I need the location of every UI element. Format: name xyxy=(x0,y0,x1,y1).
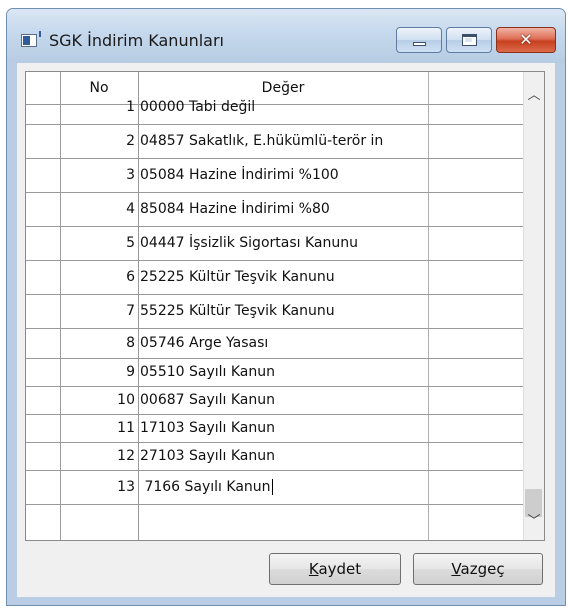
row-number-cell[interactable]: 11 xyxy=(60,414,135,442)
table-row[interactable]: 5 04447 İşsizlik Sigortası Kanunu xyxy=(26,226,524,261)
row-number-cell[interactable]: 6 xyxy=(60,260,135,294)
save-button-label: aydet xyxy=(318,560,362,578)
value-cell-text: 17103 Sayılı Kanun xyxy=(140,420,275,436)
value-cell-text: 55225 Kültür Teşvik Kanunu xyxy=(140,303,335,319)
row-number-cell[interactable]: 4 xyxy=(60,192,135,226)
vertical-scrollbar[interactable]: ︿ ﹀ xyxy=(523,72,544,540)
minimize-button[interactable] xyxy=(396,27,442,53)
row-number-cell[interactable]: 1 xyxy=(60,90,135,124)
value-cell[interactable]: 17103 Sayılı Kanun xyxy=(140,414,426,442)
table-row[interactable]: 1 00000 Tabi değil xyxy=(26,90,524,125)
value-cell-text: 27103 Sayılı Kanun xyxy=(140,448,275,464)
value-cell-text: 04447 İşsizlik Sigortası Kanunu xyxy=(140,235,358,251)
table-row[interactable]: 2 04857 Sakatlık, E.hükümlü-terör in xyxy=(26,124,524,159)
value-cell[interactable]: 85084 Hazine İndirimi %80 xyxy=(140,192,426,226)
dialog-client-area: No Değer 1 00000 Tabi değil 2 04857 Sakatlı… xyxy=(17,63,555,597)
value-cell[interactable]: 25225 Kültür Teşvik Kanunu xyxy=(140,260,426,294)
value-cell-text: 00000 Tabi değil xyxy=(140,99,256,115)
save-button-accelerator: K xyxy=(308,560,319,578)
row-number-cell[interactable]: 13 xyxy=(60,470,135,504)
row-number-cell[interactable]: 2 xyxy=(60,124,135,158)
table-row[interactable]: 13 7166 Sayılı Kanun xyxy=(26,470,524,505)
scroll-down-icon[interactable]: ﹀ xyxy=(524,512,544,532)
dialog-window: SGK İndirim Kanunları ✕ No Değer 1 00000 … xyxy=(6,8,566,606)
text-caret xyxy=(271,479,273,495)
row-number-cell[interactable]: 8 xyxy=(60,328,135,358)
save-button[interactable]: Kaydet xyxy=(269,553,401,585)
row-number-cell[interactable]: 9 xyxy=(60,358,135,386)
row-number-cell[interactable]: 5 xyxy=(60,226,135,260)
value-cell[interactable]: 04447 İşsizlik Sigortası Kanunu xyxy=(140,226,426,260)
value-cell-text: 05746 Arge Yasası xyxy=(140,335,269,351)
value-cell-text: 00687 Sayılı Kanun xyxy=(140,392,275,408)
value-cell[interactable]: 00000 Tabi değil xyxy=(140,90,426,124)
table-row[interactable]: 3 05084 Hazine İndirimi %100 xyxy=(26,158,524,193)
maximize-icon xyxy=(462,34,477,46)
value-cell[interactable]: 00687 Sayılı Kanun xyxy=(140,386,426,414)
value-cell[interactable]: 04857 Sakatlık, E.hükümlü-terör in xyxy=(140,124,426,158)
title-bar[interactable]: SGK İndirim Kanunları ✕ xyxy=(7,9,565,63)
value-cell-text: 85084 Hazine İndirimi %80 xyxy=(140,201,330,217)
value-cell-text: 7166 Sayılı Kanun xyxy=(140,479,271,495)
table-row[interactable]: 12 27103 Sayılı Kanun xyxy=(26,442,524,471)
minimize-icon xyxy=(413,42,426,46)
table-row[interactable]: 6 25225 Kültür Teşvik Kanunu xyxy=(26,260,524,295)
window-app-icon xyxy=(21,31,41,47)
value-cell-text: 05510 Sayılı Kanun xyxy=(140,364,275,380)
value-cell[interactable]: 05084 Hazine İndirimi %100 xyxy=(140,158,426,192)
table-row[interactable]: 4 85084 Hazine İndirimi %80 xyxy=(26,192,524,227)
table-row[interactable]: 11 17103 Sayılı Kanun xyxy=(26,414,524,443)
cancel-button-accelerator: V xyxy=(451,560,461,578)
value-cell-text: 04857 Sakatlık, E.hükümlü-terör in xyxy=(140,133,384,149)
table-row[interactable]: 7 55225 Kültür Teşvik Kanunu xyxy=(26,294,524,329)
row-number-cell[interactable]: 7 xyxy=(60,294,135,328)
table-row[interactable]: 9 05510 Sayılı Kanun xyxy=(26,358,524,387)
value-cell-editing[interactable]: 7166 Sayılı Kanun xyxy=(140,470,426,504)
table-row[interactable]: 10 00687 Sayılı Kanun xyxy=(26,386,524,415)
window-title: SGK İndirim Kanunları xyxy=(49,31,224,50)
value-cell[interactable]: 27103 Sayılı Kanun xyxy=(140,442,426,470)
data-grid[interactable]: No Değer 1 00000 Tabi değil 2 04857 Sakatlı… xyxy=(25,71,545,541)
value-cell[interactable]: 55225 Kültür Teşvik Kanunu xyxy=(140,294,426,328)
table-row[interactable]: 8 05746 Arge Yasası xyxy=(26,328,524,359)
cancel-button-label: azgeç xyxy=(460,560,505,578)
scroll-up-icon[interactable]: ︿ xyxy=(524,86,544,106)
row-number-cell[interactable]: 3 xyxy=(60,158,135,192)
row-number-cell[interactable]: 10 xyxy=(60,386,135,414)
close-button[interactable]: ✕ xyxy=(496,27,556,53)
close-icon: ✕ xyxy=(519,30,533,49)
row-number-cell[interactable]: 12 xyxy=(60,442,135,470)
cancel-button[interactable]: Vazgeç xyxy=(413,553,543,585)
value-cell[interactable]: 05746 Arge Yasası xyxy=(140,328,426,358)
maximize-button[interactable] xyxy=(446,27,492,53)
value-cell-text: 25225 Kültür Teşvik Kanunu xyxy=(140,269,335,285)
value-cell[interactable]: 05510 Sayılı Kanun xyxy=(140,358,426,386)
value-cell-text: 05084 Hazine İndirimi %100 xyxy=(140,167,339,183)
